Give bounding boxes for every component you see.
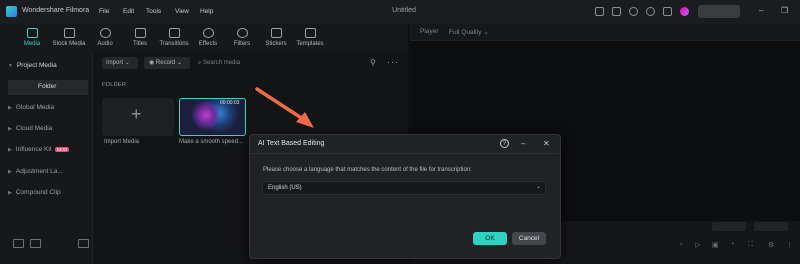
close-icon[interactable]: ✕ — [543, 139, 550, 148]
cancel-button[interactable]: Cancel — [512, 232, 546, 245]
language-value: English (US) — [268, 185, 302, 191]
ok-button[interactable]: OK — [473, 232, 507, 245]
language-select[interactable] — [262, 181, 546, 195]
dialog-title: AI Text Based Editing — [258, 140, 325, 147]
dialog-divider — [250, 153, 559, 154]
minimize-icon[interactable]: – — [521, 139, 525, 148]
help-icon[interactable]: ? — [500, 139, 509, 148]
chevron-down-icon: ⌄ — [536, 184, 542, 190]
dialog-prompt: Please choose a language that matches th… — [263, 167, 472, 173]
